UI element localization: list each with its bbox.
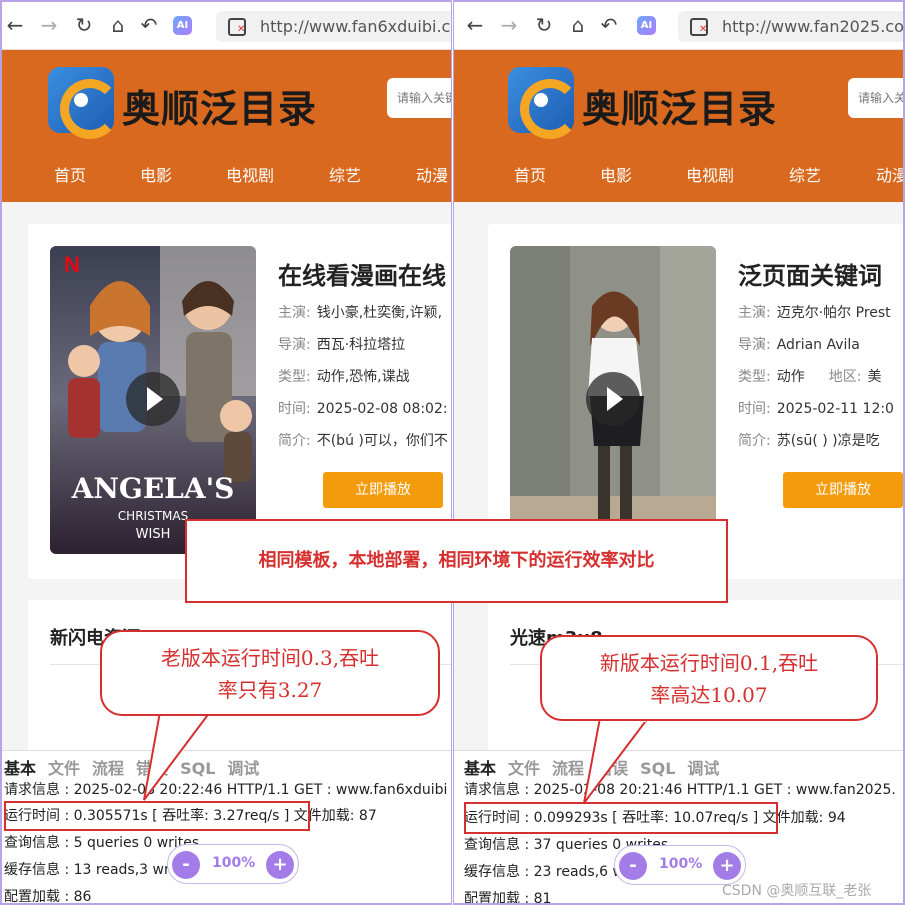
poster-title: ANGELA'S (71, 472, 235, 505)
home-icon[interactable]: ⌂ (107, 14, 129, 36)
play-icon[interactable] (126, 372, 180, 426)
forward-arrow-icon[interactable]: → (38, 14, 60, 36)
play-icon[interactable] (586, 372, 640, 426)
site-nav: 首页 电影 电视剧 综艺 动漫 (2, 162, 451, 188)
tab-basic[interactable]: 基本 (4, 759, 36, 778)
debug-request: 请求信息 : 2025-02-08 20:22:46 HTTP/1.1 GET … (4, 782, 448, 798)
undo-icon[interactable]: ↶ (598, 14, 620, 36)
section-title: 光速m3u8 (510, 628, 603, 649)
meta-intro: 简介: 苏(sū( ) )凉是吃 (738, 433, 880, 449)
tab-basic[interactable]: 基本 (464, 759, 496, 778)
ai-icon[interactable]: AI (173, 16, 192, 35)
left-browser-window: ← → ↻ ⌂ ↶ AI http://www.fan6xduibi.com 奥… (0, 0, 452, 905)
tab-debug[interactable]: 调试 (687, 759, 719, 778)
video-poster[interactable]: N ANGELA'S CHRISTMAS WISH (50, 246, 256, 554)
tab-errors[interactable]: 错误 (596, 759, 628, 778)
poster-subtitle-1: CHRISTMAS (118, 509, 188, 523)
nav-item-anime[interactable]: 动漫 (416, 162, 448, 186)
section-title: 新闪电资源 (50, 628, 140, 649)
tab-sql[interactable]: SQL (640, 759, 675, 778)
insecure-site-icon[interactable] (228, 18, 246, 36)
meta-time: 时间: 2025-02-08 08:02: (278, 401, 448, 417)
meta-director: 导演: 西瓦·科拉塔拉 (278, 337, 406, 353)
nav-item-tv[interactable]: 电视剧 (226, 162, 274, 186)
play-now-button[interactable]: 立即播放 (323, 472, 443, 508)
resource-section: 新闪电资源 (28, 600, 451, 760)
meta-type: 类型: 动作 地区: 美 (738, 369, 882, 385)
meta-type: 类型: 动作,恐怖,谍战 (278, 369, 410, 385)
nav-item-variety[interactable]: 综艺 (329, 162, 361, 186)
tab-files[interactable]: 文件 (48, 759, 80, 778)
zoom-level: 100% (659, 856, 703, 872)
video-card: N ANGELA'S CHRISTMAS WISH 在线看漫画在线 主演: 钱小豪… (28, 224, 451, 579)
browser-toolbar: ← → ↻ ⌂ ↶ AI http://www.fan2025.com/ (454, 2, 903, 50)
nav-item-movie[interactable]: 电影 (600, 162, 632, 186)
video-card: 泛页面关键词 主演: 迈克尔·帕尔 Prest 导演: Adrian Avila 类… (488, 224, 903, 579)
zoom-control: - 100% + (614, 845, 746, 885)
insecure-site-icon[interactable] (690, 18, 708, 36)
debug-tabs: 基本 文件 流程 错误 SQL 调试 (4, 755, 271, 779)
nav-item-home[interactable]: 首页 (514, 162, 546, 186)
debug-config: 配置加载 : 81 (464, 891, 552, 905)
tab-debug[interactable]: 调试 (227, 759, 259, 778)
debug-config: 配置加载 : 86 (4, 889, 92, 905)
tab-sql[interactable]: SQL (180, 759, 215, 778)
section-divider (50, 664, 451, 665)
tab-errors[interactable]: 错误 (136, 759, 168, 778)
site-nav: 首页 电影 电视剧 综艺 动漫 (454, 162, 903, 188)
tab-files[interactable]: 文件 (508, 759, 540, 778)
debug-request: 请求信息 : 2025-02-08 20:21:46 HTTP/1.1 GET … (464, 782, 896, 798)
runtime-highlight-box (4, 801, 310, 831)
meta-director: 导演: Adrian Avila (738, 337, 860, 353)
back-arrow-icon[interactable]: ← (4, 14, 26, 36)
video-title[interactable]: 在线看漫画在线 (278, 256, 446, 291)
meta-starring: 主演: 钱小豪,杜奕衡,许颖, (278, 305, 443, 321)
nav-item-variety[interactable]: 综艺 (789, 162, 821, 186)
video-poster[interactable] (510, 246, 716, 554)
zoom-in-button[interactable]: + (713, 852, 741, 880)
tab-flow[interactable]: 流程 (552, 759, 584, 778)
site-logo-icon[interactable] (48, 67, 120, 139)
ai-icon[interactable]: AI (637, 16, 656, 35)
zoom-level: 100% (212, 855, 256, 871)
browser-toolbar: ← → ↻ ⌂ ↶ AI http://www.fan6xduibi.com (2, 2, 451, 50)
search-input[interactable]: 请输入关键 (387, 78, 451, 118)
resource-section: 光速m3u8 (488, 600, 903, 760)
site-logo-icon[interactable] (508, 67, 580, 139)
section-divider (510, 664, 903, 665)
undo-icon[interactable]: ↶ (138, 14, 160, 36)
address-bar[interactable]: http://www.fan6xduibi.com (216, 11, 451, 42)
zoom-out-button[interactable]: - (619, 852, 647, 880)
meta-intro: 简介: 不(bú )可以，你们不 (278, 433, 448, 449)
site-brand[interactable]: 奥顺泛目录 (582, 78, 777, 133)
runtime-highlight-box (464, 802, 778, 834)
nav-item-home[interactable]: 首页 (54, 162, 86, 186)
home-icon[interactable]: ⌂ (567, 14, 589, 36)
reload-icon[interactable]: ↻ (533, 14, 555, 36)
site-brand[interactable]: 奥顺泛目录 (122, 78, 317, 133)
back-arrow-icon[interactable]: ← (464, 14, 486, 36)
nav-item-anime[interactable]: 动漫 (876, 162, 903, 186)
search-input[interactable]: 请输入关键 (848, 78, 903, 118)
play-now-button[interactable]: 立即播放 (783, 472, 903, 508)
nav-item-movie[interactable]: 电影 (140, 162, 172, 186)
zoom-control: - 100% + (167, 844, 299, 884)
debug-tabs: 基本 文件 流程 错误 SQL 调试 (464, 755, 731, 779)
address-bar[interactable]: http://www.fan2025.com/ (678, 11, 903, 42)
nav-item-tv[interactable]: 电视剧 (686, 162, 734, 186)
site-header: 奥顺泛目录 请输入关键 首页 电影 电视剧 综艺 动漫 (2, 50, 451, 202)
zoom-in-button[interactable]: + (266, 851, 294, 879)
meta-starring: 主演: 迈克尔·帕尔 Prest (738, 305, 891, 321)
reload-icon[interactable]: ↻ (73, 14, 95, 36)
netflix-badge: N (64, 252, 80, 277)
debug-query: 查询信息 : 5 queries 0 writes (4, 835, 200, 851)
meta-time: 时间: 2025-02-11 12:0 (738, 401, 894, 417)
forward-arrow-icon[interactable]: → (498, 14, 520, 36)
zoom-out-button[interactable]: - (172, 851, 200, 879)
video-title[interactable]: 泛页面关键词 (738, 256, 882, 291)
right-browser-window: ← → ↻ ⌂ ↶ AI http://www.fan2025.com/ 奥顺泛… (453, 0, 905, 905)
poster-subtitle-2: WISH (136, 527, 171, 542)
tab-flow[interactable]: 流程 (92, 759, 124, 778)
site-header: 奥顺泛目录 请输入关键 首页 电影 电视剧 综艺 动漫 (454, 50, 903, 202)
